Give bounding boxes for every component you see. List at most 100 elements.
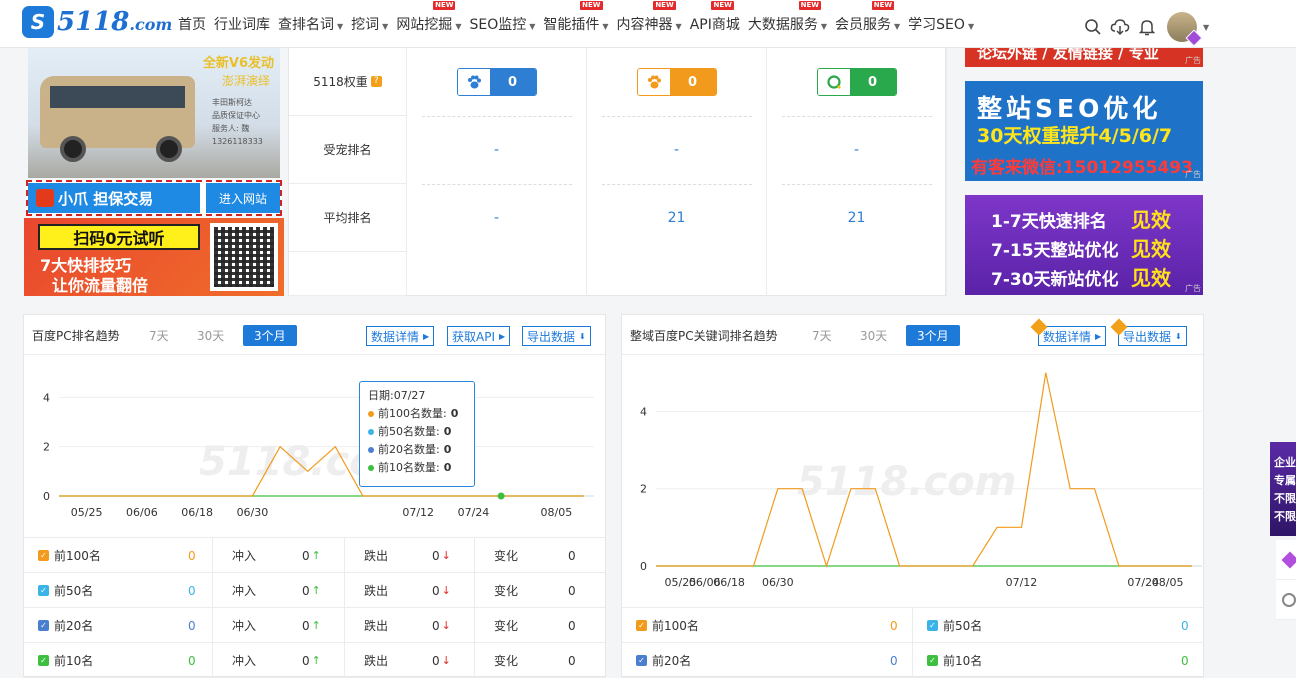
nav-item[interactable]: 挖词 ▼ <box>351 14 388 34</box>
nav-item[interactable]: 智能插件 ▼ NEW <box>543 1 609 34</box>
nav-item[interactable]: 行业词库 <box>214 14 270 34</box>
checkbox-icon[interactable]: ✓ <box>927 655 938 666</box>
avg-rank-row: 平均排名 - 21 21 <box>289 184 947 252</box>
get-api-button[interactable]: 获取API ▶ <box>447 326 511 346</box>
get-api-label: 获取API <box>452 329 495 344</box>
change-label: 变化 <box>494 549 519 563</box>
stats-name-cell[interactable]: ✓ 前100名 <box>38 538 101 573</box>
checkbox-icon[interactable]: ✓ <box>927 620 938 631</box>
tab-30-days[interactable]: 30天 <box>197 327 224 344</box>
stats-value: 0 <box>890 618 898 633</box>
rank-ad-line: 1-7天快速排名 <box>991 212 1107 232</box>
arrow-up-icon: ↑ <box>311 619 321 632</box>
nav-item-label: SEO监控 <box>469 17 527 33</box>
nav-item-label: 网站挖掘 <box>396 17 453 33</box>
stats-name-cell[interactable]: ✓ 前20名 <box>636 643 691 678</box>
export-data-button[interactable]: 导出数据 ⬇ <box>1110 318 1187 346</box>
bus-ad-title: 全新V6发动 <box>202 56 274 71</box>
checkbox-icon[interactable]: ✓ <box>38 655 49 666</box>
bell-icon[interactable] <box>1136 16 1158 38</box>
vip-side-button[interactable] <box>1276 540 1296 580</box>
tab-3-months[interactable]: 3个月 <box>243 325 297 346</box>
site-logo[interactable]: S 5118.com <box>22 6 172 38</box>
so360-weight-badge[interactable]: 0 <box>816 68 897 96</box>
stats-name-cell[interactable]: ✓ 前10名 <box>927 643 982 678</box>
baidu-weight-badge[interactable]: 0 <box>456 68 537 96</box>
rank-trend-chart[interactable]: 5118.com02405/25 06/06 06/18 06/30 07/12 07/2… <box>24 355 607 537</box>
tab-7-days[interactable]: 7天 <box>149 327 169 344</box>
checkbox-icon[interactable]: ✓ <box>38 550 49 561</box>
float-ad-line: 不限 <box>1274 510 1296 523</box>
x-tick-label: 05/25 <box>71 506 103 519</box>
drop-label: 跌出 <box>364 549 389 563</box>
chevron-down-icon[interactable]: ▼ <box>1203 23 1209 32</box>
chevron-down-icon: ▼ <box>967 22 975 31</box>
stats-name-cell[interactable]: ✓ 前50名 <box>927 608 982 643</box>
trial-ad[interactable]: 扫码0元试听 7大快排技巧 让你流量翻倍 <box>24 218 284 296</box>
checkbox-icon[interactable]: ✓ <box>636 655 647 666</box>
stats-name: 前10名 <box>943 654 983 668</box>
bus-ad-contact: 丰田斯柯达 品质保证中心 服务人: 魏 1326118333 <box>212 98 263 146</box>
enter-site-button[interactable]: 进入网站 <box>206 183 280 213</box>
stats-value: 0 <box>188 653 196 668</box>
search-icon[interactable] <box>1082 16 1104 38</box>
mobile-weight-badge[interactable]: 0 <box>636 68 717 96</box>
stats-name-cell[interactable]: ✓ 前100名 <box>636 608 699 643</box>
panel-title: 百度PC排名趋势 <box>32 329 120 343</box>
stats-name-cell[interactable]: ✓ 前50名 <box>38 573 93 608</box>
feedback-side-button[interactable] <box>1276 580 1296 620</box>
nav-item[interactable]: 查排名词 ▼ <box>278 14 343 34</box>
stats-name-cell[interactable]: ✓ 前20名 <box>38 608 93 643</box>
stats-value: 0 <box>1181 618 1189 633</box>
user-avatar[interactable] <box>1167 12 1203 47</box>
so360-weight-value: 0 <box>849 69 896 95</box>
nav-item-label: 智能插件 <box>543 17 600 33</box>
bus-ad[interactable]: 全新V6发动 澎湃演绎 丰田斯柯达 品质保证中心 服务人: 魏 13261183… <box>28 48 280 178</box>
guarantee-ad[interactable]: 小爪 担保交易 进入网站 <box>26 180 282 216</box>
tab-3-months[interactable]: 3个月 <box>906 325 960 346</box>
tab-7-days[interactable]: 7天 <box>812 327 832 344</box>
forum-link-ad[interactable]: 论坛外链 / 友情链接 / 专业 广告 <box>965 48 1203 67</box>
x-tick-label: 07/12 <box>402 506 434 519</box>
new-badge: NEW <box>580 1 603 10</box>
arrow-up-icon: ↑ <box>311 584 321 597</box>
rise-label: 冲入 <box>232 654 257 668</box>
forum-link-ad-text: 论坛外链 / 友情链接 / 专业 <box>977 48 1159 62</box>
nav-item[interactable]: 网站挖掘 ▼ NEW <box>396 1 462 34</box>
nav-item[interactable]: 学习SEO ▼ <box>908 14 974 34</box>
tab-30-days[interactable]: 30天 <box>860 327 887 344</box>
panel-title: 整域百度PC关键词排名趋势 <box>630 329 778 343</box>
drop-value: 0 <box>432 618 440 633</box>
help-icon[interactable]: ? <box>370 76 382 87</box>
nav-item[interactable]: SEO监控 ▼ <box>469 14 535 34</box>
nav-item[interactable]: 内容神器 ▼ NEW <box>617 1 682 34</box>
data-detail-button[interactable]: 数据详情 ▶ <box>1030 318 1107 346</box>
avg-rank-value[interactable]: 21 <box>767 184 947 252</box>
keyword-stats-table: ✓ 前100名 0 ✓ 前50名 0 ✓ 前20名 0 ✓ 前10名 0 <box>622 607 1204 678</box>
checkbox-icon[interactable]: ✓ <box>38 585 49 596</box>
checkbox-icon[interactable]: ✓ <box>636 620 647 631</box>
avg-rank-value[interactable]: 21 <box>587 184 767 252</box>
avg-rank-value[interactable]: - <box>407 184 587 252</box>
fast-rank-ad[interactable]: 1-7天快速排名 见效 7-15天整站优化 见效 7-30天新站优化 见效 广告 <box>965 195 1203 295</box>
data-detail-button[interactable]: 数据详情 ▶ <box>366 326 435 346</box>
qr-code-icon <box>210 223 278 291</box>
x-tick-label: 08/05 <box>1152 576 1184 589</box>
enterprise-float-ad[interactable]: 企业 专属 不限 不限 <box>1270 442 1296 536</box>
nav-item[interactable]: 会员服务 ▼ NEW <box>835 1 900 34</box>
keyword-trend-chart[interactable]: 5118.com02405/2506/0606/18 06/30 07/12 07/2… <box>622 355 1205 607</box>
stats-name-cell[interactable]: ✓ 前10名 <box>38 643 93 678</box>
nav-item-label: 首页 <box>178 17 206 33</box>
chevron-down-icon: ▼ <box>455 22 462 31</box>
export-data-button[interactable]: 导出数据 ⬇ <box>522 326 591 346</box>
cloud-download-icon[interactable] <box>1109 16 1131 38</box>
drop-value: 0 <box>432 583 440 598</box>
seo-optimization-ad[interactable]: 整站SEO优化 30天权重提升4/5/6/7 有客来微信:15012955493… <box>965 81 1203 181</box>
nav-item[interactable]: 大数据服务 ▼ NEW <box>748 1 827 34</box>
help-circle-icon <box>1282 592 1296 607</box>
checkbox-icon[interactable]: ✓ <box>38 620 49 631</box>
download-icon: ⬇ <box>1175 331 1182 341</box>
stats-name: 前10名 <box>54 654 94 668</box>
nav-item[interactable]: API商城 NEW <box>690 1 740 34</box>
nav-item[interactable]: 首页 <box>178 14 206 34</box>
